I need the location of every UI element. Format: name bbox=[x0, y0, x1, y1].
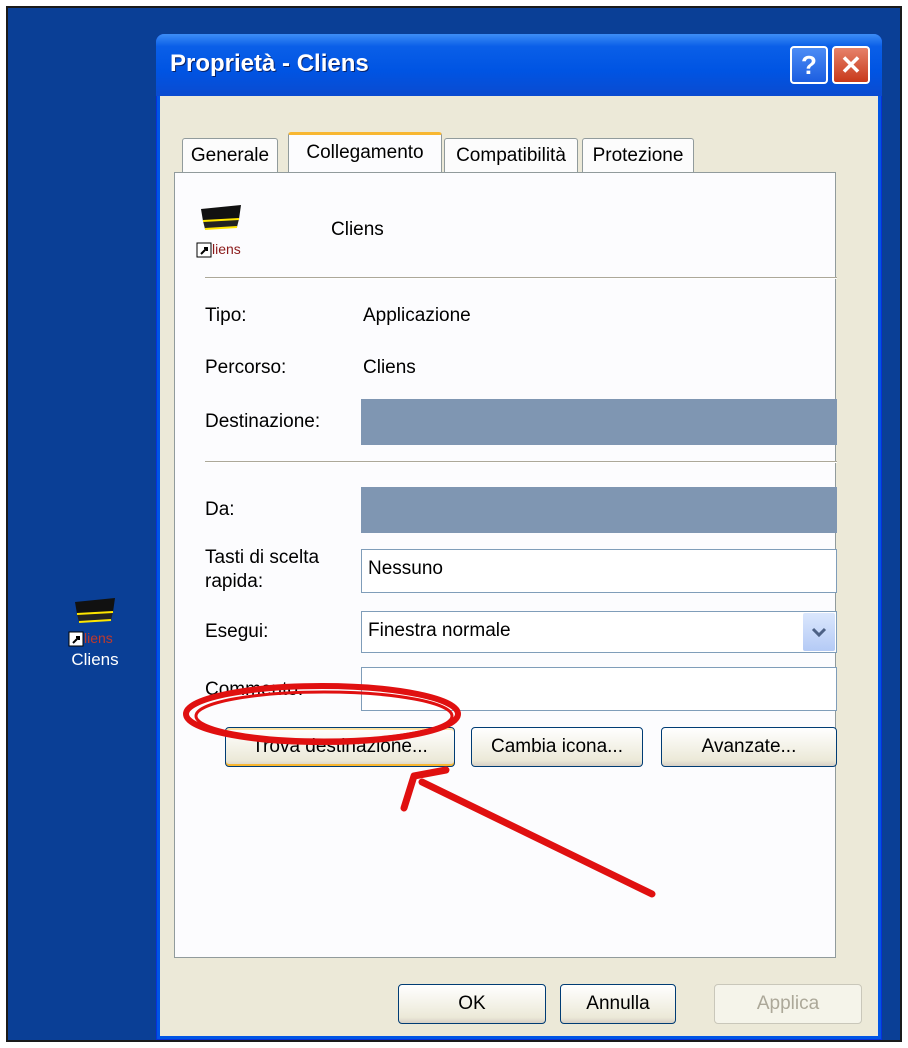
separator-top bbox=[205, 277, 837, 279]
change-icon-button[interactable]: Cambia icona... bbox=[471, 727, 643, 767]
separator-middle bbox=[205, 461, 837, 463]
start-in-label: Da: bbox=[205, 499, 235, 520]
tab-protezione[interactable]: Protezione bbox=[582, 138, 694, 172]
hotkey-label-line1: Tasti di scelta bbox=[205, 547, 320, 568]
cancel-button[interactable]: Annulla bbox=[560, 984, 676, 1024]
run-value: Finestra normale bbox=[368, 620, 511, 641]
desktop: liens Cliens Proprietà - Cliens ? ✕ Gene… bbox=[6, 6, 902, 1042]
desktop-shortcut-cliens[interactable]: liens Cliens bbox=[60, 592, 130, 670]
comment-label: Commento: bbox=[205, 679, 304, 700]
hotkey-label-line2: rapida: bbox=[205, 571, 264, 592]
find-target-button[interactable]: Trova destinazione... bbox=[225, 727, 455, 767]
tab-generale[interactable]: Generale bbox=[182, 138, 278, 172]
shortcut-tab-panel: liens Cliens Tipo: Applicazione Percorso… bbox=[174, 172, 837, 958]
apply-button[interactable]: Applica bbox=[714, 984, 862, 1024]
shortcut-icon-subtext: liens bbox=[212, 241, 241, 257]
desktop-icon-label: Cliens bbox=[71, 650, 119, 669]
shortcut-name: Cliens bbox=[331, 219, 384, 240]
chevron-down-icon bbox=[811, 627, 827, 638]
type-value: Applicazione bbox=[363, 305, 471, 326]
ok-button[interactable]: OK bbox=[398, 984, 546, 1024]
shortcut-icon: liens bbox=[195, 201, 251, 261]
close-button[interactable]: ✕ bbox=[832, 46, 870, 84]
desktop-icon-subtext: liens bbox=[84, 630, 113, 646]
run-label: Esegui: bbox=[205, 621, 269, 642]
run-dropdown-button[interactable] bbox=[803, 613, 835, 651]
type-label: Tipo: bbox=[205, 305, 247, 326]
help-button[interactable]: ? bbox=[790, 46, 828, 84]
target-field[interactable] bbox=[361, 399, 837, 445]
close-icon: ✕ bbox=[840, 50, 862, 80]
cliens-app-icon: liens bbox=[67, 592, 123, 648]
path-label: Percorso: bbox=[205, 357, 287, 378]
path-value: Cliens bbox=[363, 357, 416, 378]
title-bar[interactable]: Proprietà - Cliens ? ✕ bbox=[156, 34, 882, 96]
comment-field[interactable] bbox=[361, 667, 837, 711]
target-label: Destinazione: bbox=[205, 411, 321, 432]
tab-collegamento[interactable]: Collegamento bbox=[288, 132, 442, 172]
dialog-client-area: Generale Collegamento Compatibilità Prot… bbox=[160, 96, 878, 1036]
properties-dialog: Proprietà - Cliens ? ✕ Generale Collegam… bbox=[156, 34, 882, 1040]
hotkey-value: Nessuno bbox=[368, 558, 443, 579]
advanced-button[interactable]: Avanzate... bbox=[661, 727, 837, 767]
tab-compatibilita[interactable]: Compatibilità bbox=[444, 138, 578, 172]
dialog-title: Proprietà - Cliens bbox=[170, 50, 369, 77]
start-in-field[interactable] bbox=[361, 487, 837, 533]
run-select[interactable]: Finestra normale bbox=[361, 611, 837, 653]
help-icon: ? bbox=[801, 50, 817, 80]
hotkey-field[interactable]: Nessuno bbox=[361, 549, 837, 593]
